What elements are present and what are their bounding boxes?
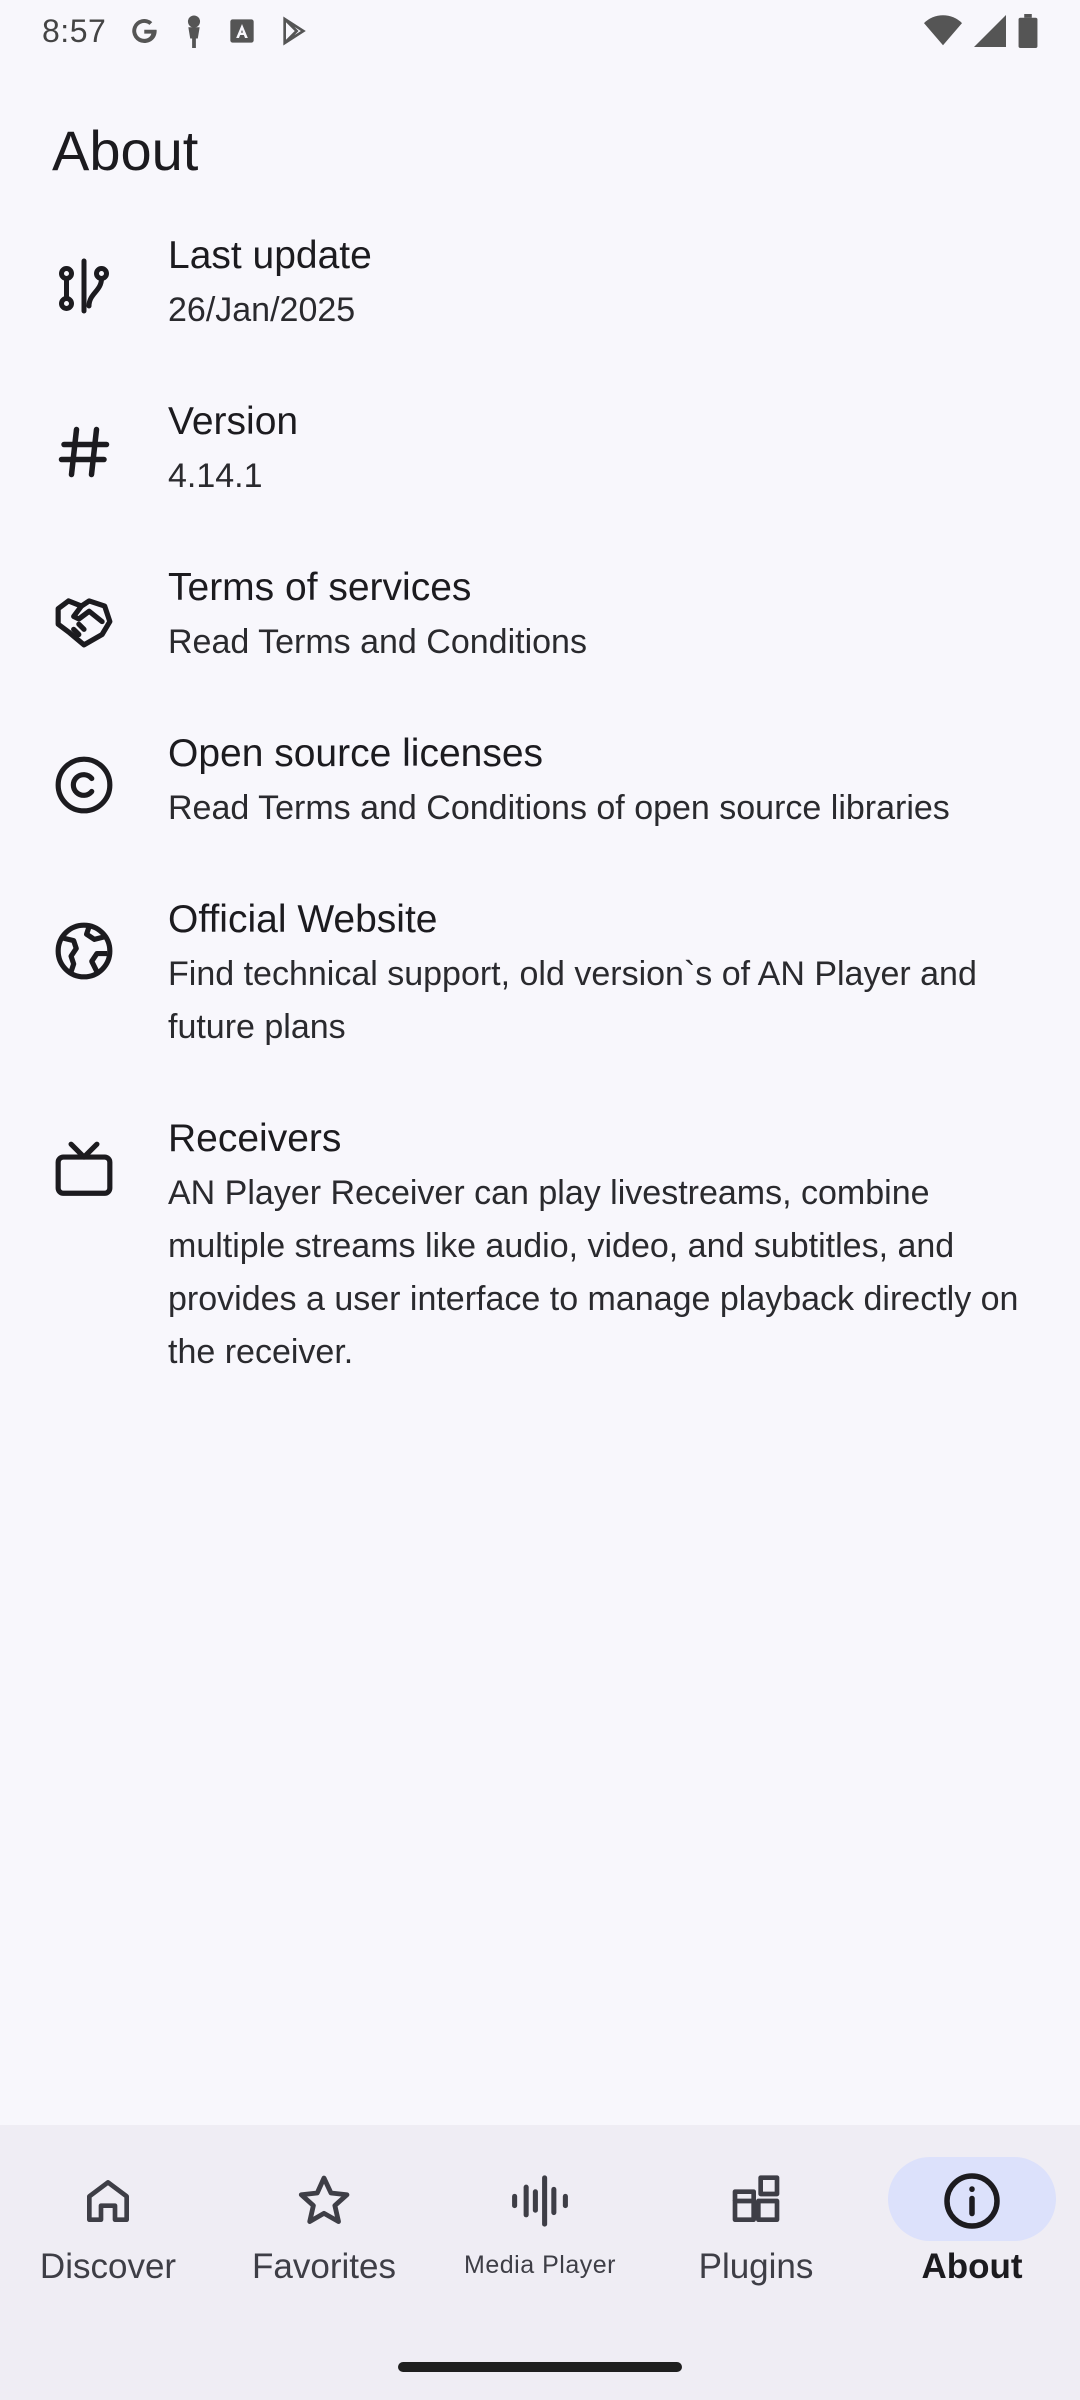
about-item-licenses[interactable]: Open source licenses Read Terms and Cond… — [0, 716, 1080, 835]
about-item-title: Receivers — [168, 1117, 342, 1160]
google-icon — [128, 15, 160, 47]
about-item-subtitle: 26/Jan/2025 — [168, 291, 356, 329]
about-item-receivers[interactable]: Receivers AN Player Receiver can play li… — [0, 1101, 1080, 1379]
status-bar: 8:57 — [0, 0, 1080, 62]
bottom-navigation: Discover Favorites Media Player Plugins … — [0, 2125, 1080, 2400]
nav-item-favorites[interactable]: Favorites — [216, 2125, 432, 2325]
merge-icon — [0, 228, 168, 316]
star-icon — [295, 2173, 353, 2229]
about-item-terms[interactable]: Terms of services Read Terms and Conditi… — [0, 550, 1080, 669]
copyright-icon — [0, 726, 168, 816]
about-item-subtitle: Read Terms and Conditions of open source… — [168, 789, 950, 827]
page-title: About — [52, 119, 199, 182]
status-left: 8:57 — [42, 13, 310, 50]
home-icon — [80, 2173, 136, 2229]
widgets-icon — [728, 2173, 784, 2229]
about-item-title: Official Website — [168, 898, 438, 941]
about-item-title: Last update — [168, 234, 372, 277]
nav-item-discover[interactable]: Discover — [0, 2125, 216, 2325]
nav-label: About — [921, 2247, 1023, 2286]
about-item-website[interactable]: Official Website Find technical support,… — [0, 882, 1080, 1054]
info-icon — [942, 2173, 1002, 2229]
about-item-subtitle: AN Player Receiver can play livestreams,… — [168, 1174, 1019, 1371]
about-item-last-update[interactable]: Last update 26/Jan/2025 — [0, 218, 1080, 337]
about-item-subtitle: 4.14.1 — [168, 457, 263, 495]
text-a-icon — [228, 17, 256, 45]
globe-icon — [0, 892, 168, 982]
status-system-icons — [924, 14, 1038, 48]
nav-label: Favorites — [252, 2247, 396, 2286]
status-notification-icons — [128, 14, 310, 48]
about-item-title: Open source licenses — [168, 732, 544, 775]
nav-label: Plugins — [698, 2247, 814, 2286]
nav-item-about[interactable]: About — [864, 2125, 1080, 2325]
about-list: Last update 26/Jan/2025 Version 4.14.1 T… — [0, 218, 1080, 1426]
about-item-subtitle: Read Terms and Conditions — [168, 623, 587, 661]
nav-label: Discover — [39, 2247, 177, 2286]
handshake-icon — [0, 560, 168, 650]
nav-item-plugins[interactable]: Plugins — [648, 2125, 864, 2325]
status-time: 8:57 — [42, 12, 107, 49]
about-item-title: Terms of services — [168, 566, 472, 609]
about-item-title: Version — [168, 400, 299, 443]
hash-icon — [0, 394, 168, 482]
play-store-icon — [278, 15, 310, 47]
nav-label: Media Player — [464, 2251, 616, 2279]
tv-icon — [0, 1111, 168, 1201]
signal-icon — [974, 15, 1006, 47]
nav-item-media-player[interactable]: Media Player — [432, 2125, 648, 2325]
about-item-subtitle: Find technical support, old version`s of… — [168, 955, 977, 1046]
gesture-handle[interactable] — [398, 2362, 682, 2372]
cast-pin-icon — [182, 14, 206, 48]
about-item-version[interactable]: Version 4.14.1 — [0, 384, 1080, 503]
waveform-icon — [510, 2173, 570, 2229]
battery-icon — [1018, 14, 1038, 48]
wifi-icon — [924, 15, 962, 47]
